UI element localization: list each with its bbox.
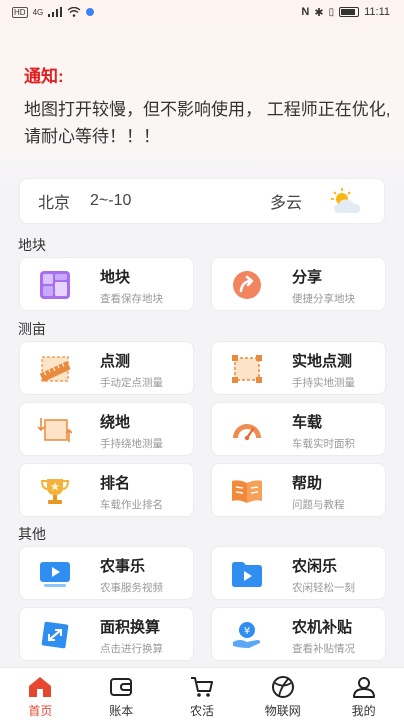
area-convert-icon [41,621,69,649]
tab-farm-work[interactable]: 农活 [162,668,243,720]
tile-title: 排名 [100,475,131,492]
tile-farm-video[interactable]: 农事乐 农事服务视频 [19,546,194,600]
weather-desc: 多云 [269,195,302,212]
share-arrow-icon [233,271,261,299]
tile-title: 分享 [292,269,323,286]
tab-label: 农活 [189,704,214,718]
hd-badge: HD [12,6,28,18]
notice-panel: 通知: 地图打开较慢，但不影响使用， 工程师正在优化,请耐心等待！！！ [24,62,392,150]
section-label-measure: 测亩 [18,321,46,337]
user-icon [352,677,375,698]
tab-label: 我的 [351,704,376,718]
tile-ranking[interactable]: 排名 车载作业排名 [19,463,194,517]
wifi-icon [67,7,81,17]
status-right: N ✱ ▯ 11:11 [301,6,390,19]
svg-text:¥: ¥ [244,626,250,637]
weather-city: 北京 [38,195,71,212]
tile-title: 农事乐 [100,558,146,575]
bluetooth-icon: ✱ [314,6,324,19]
tv-play-icon [40,562,70,587]
tile-title: 车载 [292,414,323,431]
tile-point-measure[interactable]: 点测 手动定点测量 [19,341,194,395]
tile-plots[interactable]: 地块 查看保存地块 [19,257,194,311]
tile-subtitle: 问题与教程 [292,499,345,511]
tile-leisure[interactable]: 农闲乐 农闲轻松一刻 [211,546,386,600]
book-icon [232,480,262,503]
notice-text: 地图打开较慢，但不影响使用， 工程师正在优化,请耐心等待！！！ [24,100,391,146]
status-bar: HD 4G N ✱ ▯ 11:11 [0,0,404,24]
ruler-icon [40,356,71,382]
tile-subtitle: 手持绕地测量 [100,438,163,450]
signal-icon [48,7,63,17]
bottom-tab-bar: 首页 账本 农活 物联网 我的 [0,667,404,720]
tile-title: 地块 [100,269,131,286]
weather-temp: 2~-10 [90,192,132,209]
tile-subtitle: 查看保存地块 [100,293,163,305]
folder-play-icon [232,562,262,587]
tile-subtitle: 点击进行换算 [100,643,163,655]
notice-title: 通知: [24,67,64,86]
tile-title: 农机补贴 [292,619,353,636]
vibrate-icon: ▯ [328,6,335,18]
tab-iot[interactable]: 物联网 [242,668,323,720]
tile-subtitle: 车载作业排名 [100,499,163,511]
battery-icon [339,7,360,17]
tile-subtitle: 手动定点测量 [100,377,163,389]
tile-subtitle: 手持实地测量 [292,377,355,389]
tile-subtitle: 农闲轻松一刻 [292,582,355,594]
walk-around-icon [38,418,72,442]
tile-title: 点测 [100,353,131,370]
tile-title: 面积换算 [100,619,161,636]
partly-cloudy-icon [331,188,361,213]
tab-label: 物联网 [264,704,301,718]
tile-subtitle: 车载实时面积 [292,438,355,450]
iot-globe-icon [271,676,294,698]
cart-icon [190,677,213,697]
tile-subtitle: 农事服务视频 [100,582,163,594]
tab-home[interactable]: 首页 [0,668,81,720]
tile-field-point-measure[interactable]: 实地点测 手持实地测量 [211,341,386,395]
notification-dot-icon [86,8,95,16]
tab-label: 首页 [28,704,53,718]
tile-subsidy[interactable]: ¥ 农机补贴 查看补贴情况 [211,607,386,661]
tile-title: 农闲乐 [292,558,338,575]
plot-grid-icon [40,271,70,299]
tile-title: 实地点测 [292,353,353,370]
section-label-plots: 地块 [18,237,46,253]
weather-card[interactable]: 北京 2~-10 多云 [19,178,385,224]
tile-subtitle: 查看补贴情况 [292,643,355,655]
nfc-icon: N [301,6,310,18]
tab-label: 账本 [109,704,134,718]
signal-label: 4G [32,7,44,17]
tab-mine[interactable]: 我的 [323,668,404,720]
tile-vehicle[interactable]: 车载 车载实时面积 [211,402,386,456]
wallet-icon [110,678,133,696]
speedometer-icon [233,424,261,441]
status-left: HD 4G [12,6,95,18]
tile-title: 绕地 [100,414,131,431]
tile-help[interactable]: 帮助 问题与教程 [211,463,386,517]
home-icon [29,677,52,697]
section-label-other: 其他 [18,526,46,542]
tile-walk-around[interactable]: 绕地 手持绕地测量 [19,402,194,456]
tab-ledger[interactable]: 账本 [81,668,162,720]
tile-title: 帮助 [292,475,323,492]
tile-area-convert[interactable]: 面积换算 点击进行换算 [19,607,194,661]
trophy-icon [40,479,70,504]
tile-share[interactable]: 分享 便捷分享地块 [211,257,386,311]
field-frame-icon [232,355,262,383]
tile-subtitle: 便捷分享地块 [292,293,355,305]
subsidy-icon: ¥ [233,622,261,648]
clock: 11:11 [364,6,390,18]
